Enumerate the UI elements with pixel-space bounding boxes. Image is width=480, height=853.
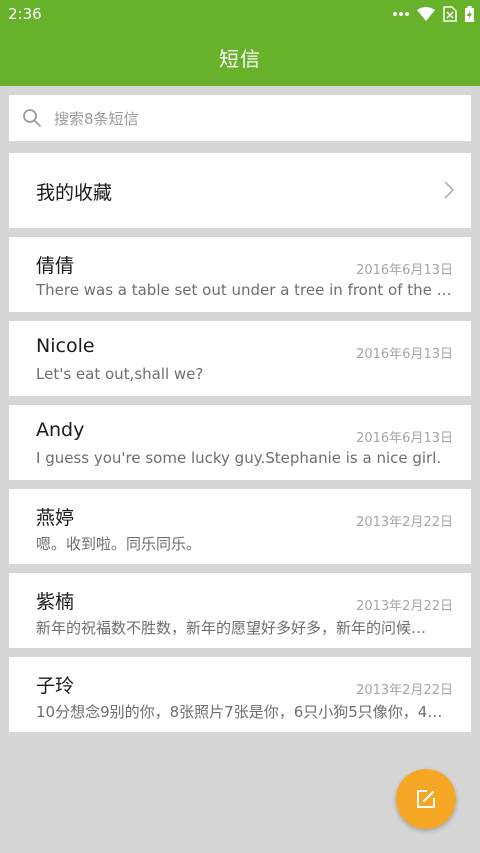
message-preview: 10分想念9别的你，8张照片7张是你，6只小狗5只像你，4…	[36, 703, 443, 721]
app-bar: 短信	[0, 28, 480, 86]
message-date: 2013年2月22日	[356, 683, 453, 698]
message-date: 2013年2月22日	[356, 515, 453, 530]
message-sender: 紫楠	[36, 591, 75, 613]
message-date: 2013年2月22日	[356, 599, 453, 614]
message-item[interactable]: 倩倩 2016年6月13日 There was a table set out …	[9, 237, 471, 312]
message-preview: There was a table set out under a tree i…	[36, 281, 454, 299]
message-preview: 新年的祝福数不胜数，新年的愿望好多好多，新年的问候…	[36, 619, 427, 637]
message-item[interactable]: 燕婷 2013年2月22日 嗯。收到啦。同乐同乐。	[9, 489, 471, 564]
message-preview: 嗯。收到啦。同乐同乐。	[36, 535, 202, 553]
message-date: 2016年6月13日	[356, 347, 453, 362]
compose-icon	[417, 790, 435, 808]
message-sender: 燕婷	[36, 507, 75, 529]
message-item[interactable]: Andy 2016年6月13日 I guess you're some luck…	[9, 405, 471, 480]
favorites-row[interactable]: 我的收藏	[9, 153, 471, 228]
search-icon	[23, 109, 41, 127]
message-preview: I guess you're some lucky guy.Stephanie …	[36, 449, 442, 467]
message-date: 2016年6月13日	[356, 263, 453, 278]
chevron-right-icon	[444, 181, 455, 199]
message-sender: Nicole	[36, 335, 95, 357]
more-dots-icon	[393, 12, 409, 16]
message-item[interactable]: 紫楠 2013年2月22日 新年的祝福数不胜数，新年的愿望好多好多，新年的问候…	[9, 573, 471, 648]
status-time: 2:36	[8, 5, 42, 23]
status-bar: 2:36	[0, 0, 480, 28]
compose-button[interactable]	[396, 769, 456, 829]
no-sim-icon	[443, 6, 457, 22]
message-sender: Andy	[36, 419, 85, 441]
wifi-icon	[417, 7, 435, 21]
message-item[interactable]: Nicole 2016年6月13日 Let's eat out,shall we…	[9, 321, 471, 396]
favorites-label: 我的收藏	[36, 182, 113, 204]
battery-icon	[465, 6, 474, 22]
search-placeholder: 搜索8条短信	[54, 110, 139, 128]
message-sender: 倩倩	[36, 255, 75, 277]
message-date: 2016年6月13日	[356, 431, 453, 446]
message-preview: Let's eat out,shall we?	[36, 365, 204, 383]
search-input[interactable]: 搜索8条短信	[9, 95, 471, 141]
message-sender: 子玲	[36, 675, 75, 697]
status-icons	[393, 5, 474, 23]
page-title: 短信	[219, 47, 261, 71]
message-item[interactable]: 子玲 2013年2月22日 10分想念9别的你，8张照片7张是你，6只小狗5只像…	[9, 657, 471, 732]
